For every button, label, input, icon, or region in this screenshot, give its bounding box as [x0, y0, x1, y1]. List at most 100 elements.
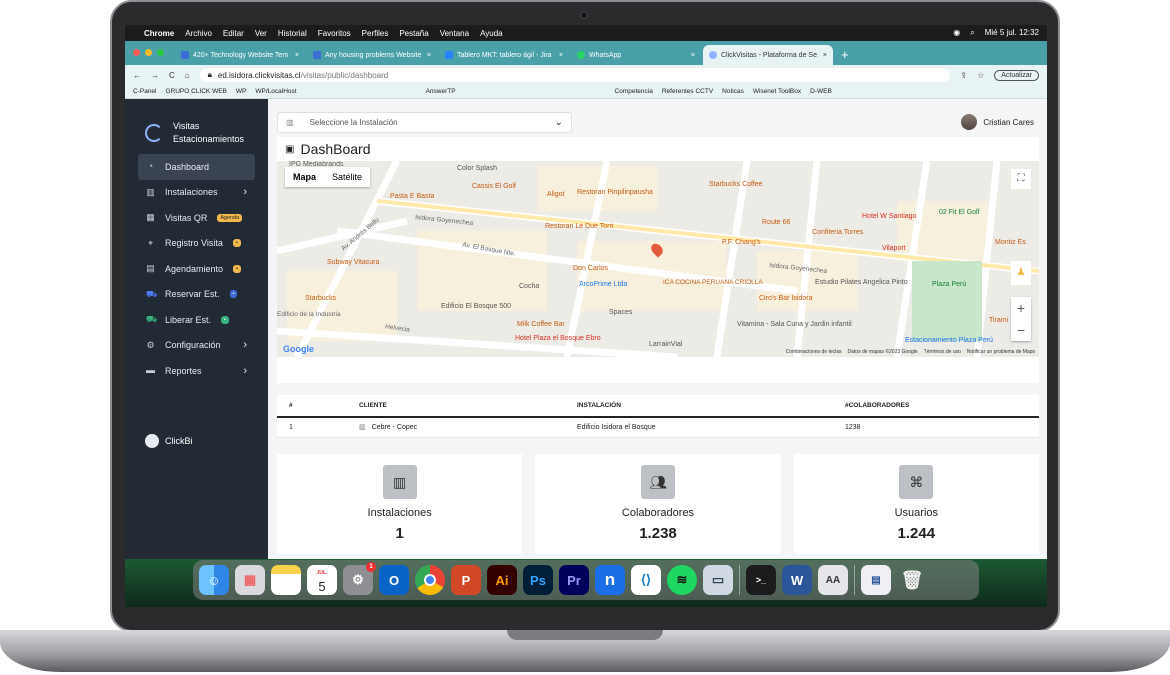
back-icon[interactable]: ←	[133, 71, 141, 80]
settings-icon[interactable]: ⚙ 1	[343, 562, 376, 595]
update-button[interactable]: Actualizar	[994, 69, 1039, 81]
close-icon[interactable]: ×	[427, 52, 431, 59]
whatsapp-icon	[577, 51, 585, 59]
user-menu[interactable]: Cristian Cares	[961, 114, 1034, 130]
notes-icon[interactable]	[271, 565, 301, 595]
menu-archivo[interactable]: Archivo	[185, 29, 212, 38]
presentation-icon: ⌘	[899, 465, 934, 499]
sidebar-item-dashboard[interactable]: ◔ Dashboard	[138, 154, 255, 180]
font-book-icon[interactable]: AA	[818, 565, 848, 595]
finder-icon[interactable]: ☺	[199, 565, 229, 595]
sidebar-item-liberar[interactable]: ⛟ Liberar Est. •	[138, 307, 255, 333]
keyboard-shortcuts-link[interactable]: Combinaciones de teclas	[786, 349, 842, 355]
reload-icon[interactable]: C	[169, 71, 175, 80]
bookmark-item[interactable]: Competencia	[615, 88, 653, 95]
forward-icon[interactable]: →	[151, 71, 159, 80]
sidebar-item-visitas-qr[interactable]: ▦ Visitas QR Agenda	[138, 205, 255, 231]
map-type-satellite[interactable]: Satélite	[324, 167, 370, 187]
preview-icon[interactable]: ▭	[703, 565, 733, 595]
premiere-icon[interactable]: Pr	[559, 565, 589, 595]
menu-editar[interactable]: Editar	[223, 29, 244, 38]
chrome-icon[interactable]	[415, 565, 445, 595]
wifi-icon[interactable]: ◉	[953, 28, 960, 38]
vscode-icon[interactable]: ⟨⟩	[631, 565, 661, 595]
menu-favoritos[interactable]: Favoritos	[318, 29, 351, 38]
photoshop-icon[interactable]: Ps	[523, 565, 553, 595]
menu-pestana[interactable]: Pestaña	[399, 29, 428, 38]
url-input[interactable]: 🔒︎ ed.isidora.clickvisitas.cl/visitas/pu…	[199, 68, 951, 82]
launchpad-icon[interactable]: ▦	[235, 565, 265, 595]
bookmark-item[interactable]: Noticas	[722, 88, 744, 95]
bookmark-item[interactable]: Wisenet ToolBox	[753, 88, 801, 95]
clock[interactable]: Mié 5 jul. 12:32	[985, 28, 1039, 38]
browser-tab[interactable]: WhatsApp ×	[571, 45, 701, 65]
map[interactable]: Mapa Satélite ⛶ ♟ + − IPG Mediabrands Col…	[277, 161, 1039, 357]
sidebar-item-registro-visita[interactable]: ⌖ Registro Visita •	[138, 231, 255, 257]
close-icon[interactable]: ×	[559, 52, 563, 59]
illustrator-icon[interactable]: Ai	[487, 565, 517, 595]
word-icon[interactable]: W	[782, 565, 812, 595]
calendar-icon[interactable]: JUL. 5	[307, 565, 337, 595]
table-row[interactable]: 1 ▥ Cebre - Copec Edificio Isidora el Bos…	[277, 417, 1039, 438]
menu-ventana[interactable]: Ventana	[440, 29, 469, 38]
share-icon[interactable]: ⇪	[960, 71, 967, 80]
col-header: #	[277, 395, 347, 418]
powerpoint-icon[interactable]: P	[451, 565, 481, 595]
sidebar-item-reservar[interactable]: ⛟ Reservar Est. •	[138, 282, 255, 308]
sidebar-user-name: ClickBi	[165, 436, 193, 446]
google-logo[interactable]: Google	[283, 344, 314, 354]
zoom-out-button[interactable]: −	[1011, 319, 1031, 341]
bookmarks-bar: C-Panel GRUPO CLICK WEB WP WP/LocalHost …	[125, 85, 1047, 99]
close-icon[interactable]: ×	[691, 52, 695, 59]
map-label: Cassis El Golf	[472, 183, 516, 190]
menu-historial[interactable]: Historial	[278, 29, 307, 38]
fullscreen-icon[interactable]: ⛶	[1011, 169, 1031, 189]
home-icon[interactable]: ⌂	[185, 71, 190, 80]
minimize-window-button[interactable]	[145, 49, 152, 56]
bookmark-item[interactable]: D-WEB	[810, 88, 832, 95]
brand[interactable]: Visitas Estacionamientos	[145, 120, 244, 146]
terminal-icon[interactable]: >_	[746, 565, 776, 595]
outlook-icon[interactable]: O	[379, 565, 409, 595]
documents-stack-icon[interactable]: ▤	[861, 565, 891, 595]
sidebar-item-configuracion[interactable]: ⚙ Configuración ›	[138, 333, 255, 359]
close-icon[interactable]: ×	[295, 52, 299, 59]
star-icon[interactable]: ☆	[977, 71, 984, 80]
browser-tab-active[interactable]: ClickVisitas - Plataforma de Se ×	[703, 45, 833, 65]
browser-tab[interactable]: Tablero MKT: tablero ágil - Jira ×	[439, 45, 569, 65]
search-icon[interactable]: ⌕	[970, 28, 974, 38]
bookmark-item[interactable]: WP	[236, 88, 246, 95]
stat-value: 1.244	[897, 525, 936, 542]
browser-tab[interactable]: Any housing problems Website ×	[307, 45, 437, 65]
browser-tab[interactable]: 420+ Technology Website Tem ×	[175, 45, 305, 65]
sidebar-item-agendamiento[interactable]: ▤ Agendamiento •	[138, 256, 255, 282]
report-problem-link[interactable]: Notificar un problema de Maps	[967, 349, 1035, 355]
tab-favicon-icon	[313, 51, 321, 59]
clickvisitas-icon	[709, 51, 717, 59]
sidebar-item-instalaciones[interactable]: ▥ Instalaciones ›	[138, 180, 255, 206]
new-tab-button[interactable]: +	[835, 47, 855, 65]
close-icon[interactable]: ×	[823, 52, 827, 59]
bookmark-item[interactable]: C-Panel	[133, 88, 156, 95]
bookmark-item[interactable]: Referentes CCTV	[662, 88, 713, 95]
menu-perfiles[interactable]: Perfiles	[362, 29, 389, 38]
bookmark-item[interactable]: WP/LocalHost	[255, 88, 296, 95]
pegman-icon[interactable]: ♟	[1011, 261, 1031, 285]
zoom-in-button[interactable]: +	[1011, 297, 1031, 319]
close-window-button[interactable]	[133, 49, 140, 56]
spotify-icon[interactable]: ≋	[667, 565, 697, 595]
installation-select[interactable]: ▥ Seleccione la Instalación ⌄	[277, 112, 572, 133]
map-label: Montiz Es	[995, 239, 1026, 246]
sidebar-user[interactable]: ClickBi	[145, 434, 193, 448]
menu-ver[interactable]: Ver	[255, 29, 267, 38]
menubar-app[interactable]: Chrome	[144, 29, 174, 38]
sidebar-item-reportes[interactable]: ▬ Reportes ›	[138, 358, 255, 384]
trash-icon[interactable]: 🗑︎	[897, 565, 927, 595]
bookmark-item[interactable]: GRUPO CLICK WEB	[165, 88, 226, 95]
terms-link[interactable]: Términos de uso	[924, 349, 961, 355]
bookmark-item[interactable]: AnswerTP	[426, 88, 456, 95]
map-type-map[interactable]: Mapa	[285, 167, 324, 187]
menu-ayuda[interactable]: Ayuda	[480, 29, 503, 38]
nucleo-icon[interactable]: n	[595, 565, 625, 595]
maximize-window-button[interactable]	[157, 49, 164, 56]
